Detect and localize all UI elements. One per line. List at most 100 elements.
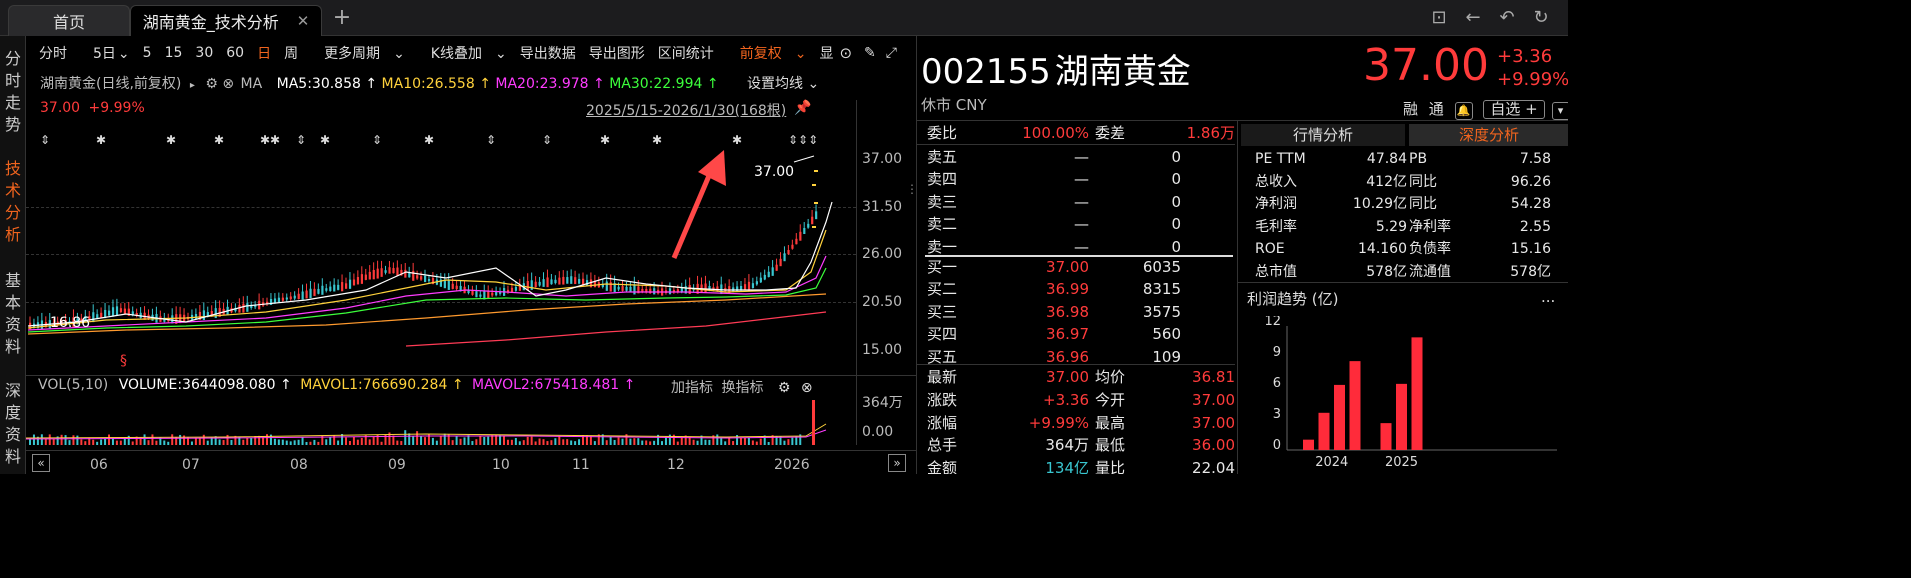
period-15[interactable]: 15 [165,45,183,61]
pin-icon[interactable]: 📌 [794,100,811,116]
event-flag-icon[interactable]: ✱ [424,133,434,147]
event-flag-icon[interactable]: ✱ [652,133,662,147]
order-book-row[interactable]: 卖五 — 0 [927,146,1237,168]
order-book-row[interactable]: 买一 37.00 6035 [927,256,1237,278]
side-tab-realtime[interactable]: 分时走势 [0,48,26,136]
event-flag-icon[interactable]: ✱ [214,133,224,147]
close-icon[interactable]: ⊗ [801,380,813,396]
add-indicator-button[interactable]: 加指标 [671,380,713,396]
level-label: 买二 [927,280,958,299]
bell-icon[interactable]: 🔔 [1454,102,1473,120]
chevron-circle-icon[interactable]: ⊙ [839,44,852,62]
side-tab-technical[interactable]: 技术分析 [0,158,26,246]
volume-bar [479,436,482,445]
close-tab-icon[interactable]: ✕ [297,12,310,30]
stock-name: 湖南黄金 [1054,52,1191,92]
event-flag-icon[interactable]: ✱ [732,133,742,147]
play-icon[interactable]: ▸ [190,80,195,91]
brush-icon[interactable]: ✎ [864,45,876,61]
add-watchlist-button[interactable]: 自选 + [1483,100,1545,119]
order-book-row[interactable]: 卖四 — 0 [927,168,1237,190]
period-5[interactable]: 5 [143,45,152,61]
gear-icon[interactable]: ⚙ [778,380,791,396]
scroll-left-icon[interactable]: « [32,454,50,472]
event-flag-icon[interactable]: ⇕ [296,133,306,147]
dividend-marker-icon[interactable]: § [120,353,127,369]
event-flag-icon[interactable]: ⇕ [40,133,50,147]
event-flag-icon[interactable]: ✱ [600,133,610,147]
candle [605,281,608,291]
candle [337,284,340,290]
stat-row: 金额 134亿 量比 22.04 [927,457,1237,474]
period-day[interactable]: 日 [257,43,271,63]
period-1min[interactable]: 分时 [39,43,67,63]
tab-home[interactable]: 首页 [8,5,130,36]
event-flag-icon[interactable]: ⇕ [372,133,382,147]
event-flag-icon[interactable]: ⇕⇕⇕ [788,133,818,147]
event-flag-icon[interactable]: ⇕ [542,133,552,147]
undo-icon[interactable]: ↶ [1496,7,1518,29]
export-data-button[interactable]: 导出数据 [520,43,576,63]
stat-value: 134亿 [1045,459,1089,474]
order-book-row[interactable]: 卖二 — 0 [927,213,1237,235]
tab-technical-analysis[interactable]: 湖南黄金_技术分析 ✕ [130,5,322,36]
candle [321,285,324,295]
price-change-pct: +9.99% [1497,69,1568,90]
screenshot-icon[interactable]: ⊡ [1428,7,1450,29]
range-stats-button[interactable]: 区间统计 [658,43,714,63]
side-tab-technical-label: 技术分析 [5,159,22,244]
switch-indicator-button[interactable]: 换指标 [721,380,763,396]
divider [917,144,1235,145]
period-week[interactable]: 周 [284,43,298,63]
volume-bar [629,438,632,445]
volume-bar [759,438,762,445]
gear-icon[interactable]: ⚙ [205,76,218,92]
event-flag-icon[interactable]: ⇕ [486,133,496,147]
tab-market-analysis[interactable]: 行情分析 [1241,124,1405,146]
set-ma-button[interactable]: 设置均线 ⌄ [747,76,819,92]
tab-deep-analysis[interactable]: 深度分析 [1409,124,1568,146]
period-60[interactable]: 60 [226,45,244,61]
connect-badge[interactable]: 通 [1429,100,1444,118]
order-book-row[interactable]: 买三 36.98 3575 [927,301,1237,323]
period-30[interactable]: 30 [195,45,213,61]
k-overlay[interactable]: K线叠加 ⌄ [418,43,507,63]
refresh-icon[interactable]: ↻ [1530,7,1552,29]
kline-svg [27,150,833,347]
candle [795,238,798,245]
candle [491,292,494,296]
tab-home-label: 首页 [52,13,85,32]
event-flag-icon[interactable]: ✱ [166,133,176,147]
add-tab-icon[interactable]: + [331,7,353,29]
more-button[interactable]: ... [1541,288,1555,306]
dropdown-icon[interactable]: ▾ [1551,102,1568,120]
quote-panel: 002155 湖南黄金 休市 CNY 37.00 +3.36 +9.99% 融 通… [916,36,1568,474]
event-flag-icon[interactable]: ✱✱ [260,133,280,147]
margin-badge[interactable]: 融 [1403,100,1418,118]
k-overlay-label: K线叠加 [430,46,482,62]
close-icon[interactable]: ⊗ [222,76,234,92]
event-flag-icon[interactable]: ✱ [320,133,330,147]
back-icon[interactable]: ← [1462,7,1484,29]
order-book-row[interactable]: 买四 36.97 560 [927,323,1237,345]
mavol1-value: MAVOL1:766690.284 [300,377,448,393]
order-book-row[interactable]: 卖三 — 0 [927,191,1237,213]
display-button[interactable]: 显 [819,43,833,63]
candle [653,288,656,295]
x-tick: 2026 [774,457,810,473]
adjust-mode[interactable]: 前复权 ⌄ [727,43,807,63]
fullscreen-icon[interactable]: ⤢ [886,45,897,61]
volume-bar [767,441,770,445]
candle [554,279,557,284]
candle [799,231,802,241]
side-tab-deep-info[interactable]: 深度资料 [0,380,26,468]
more-periods[interactable]: 更多周期 ⌄ [311,43,405,63]
volume-bar [518,441,521,445]
event-flag-icon[interactable]: ✱ [96,133,106,147]
side-tab-basic-info[interactable]: 基本资料 [0,270,26,358]
scroll-right-icon[interactable]: » [888,454,906,472]
period-5day[interactable]: 5日 ⌄ [80,43,130,63]
volume-bar [783,440,786,445]
order-book-row[interactable]: 买二 36.99 8315 [927,278,1237,300]
export-graph-button[interactable]: 导出图形 [589,43,645,63]
